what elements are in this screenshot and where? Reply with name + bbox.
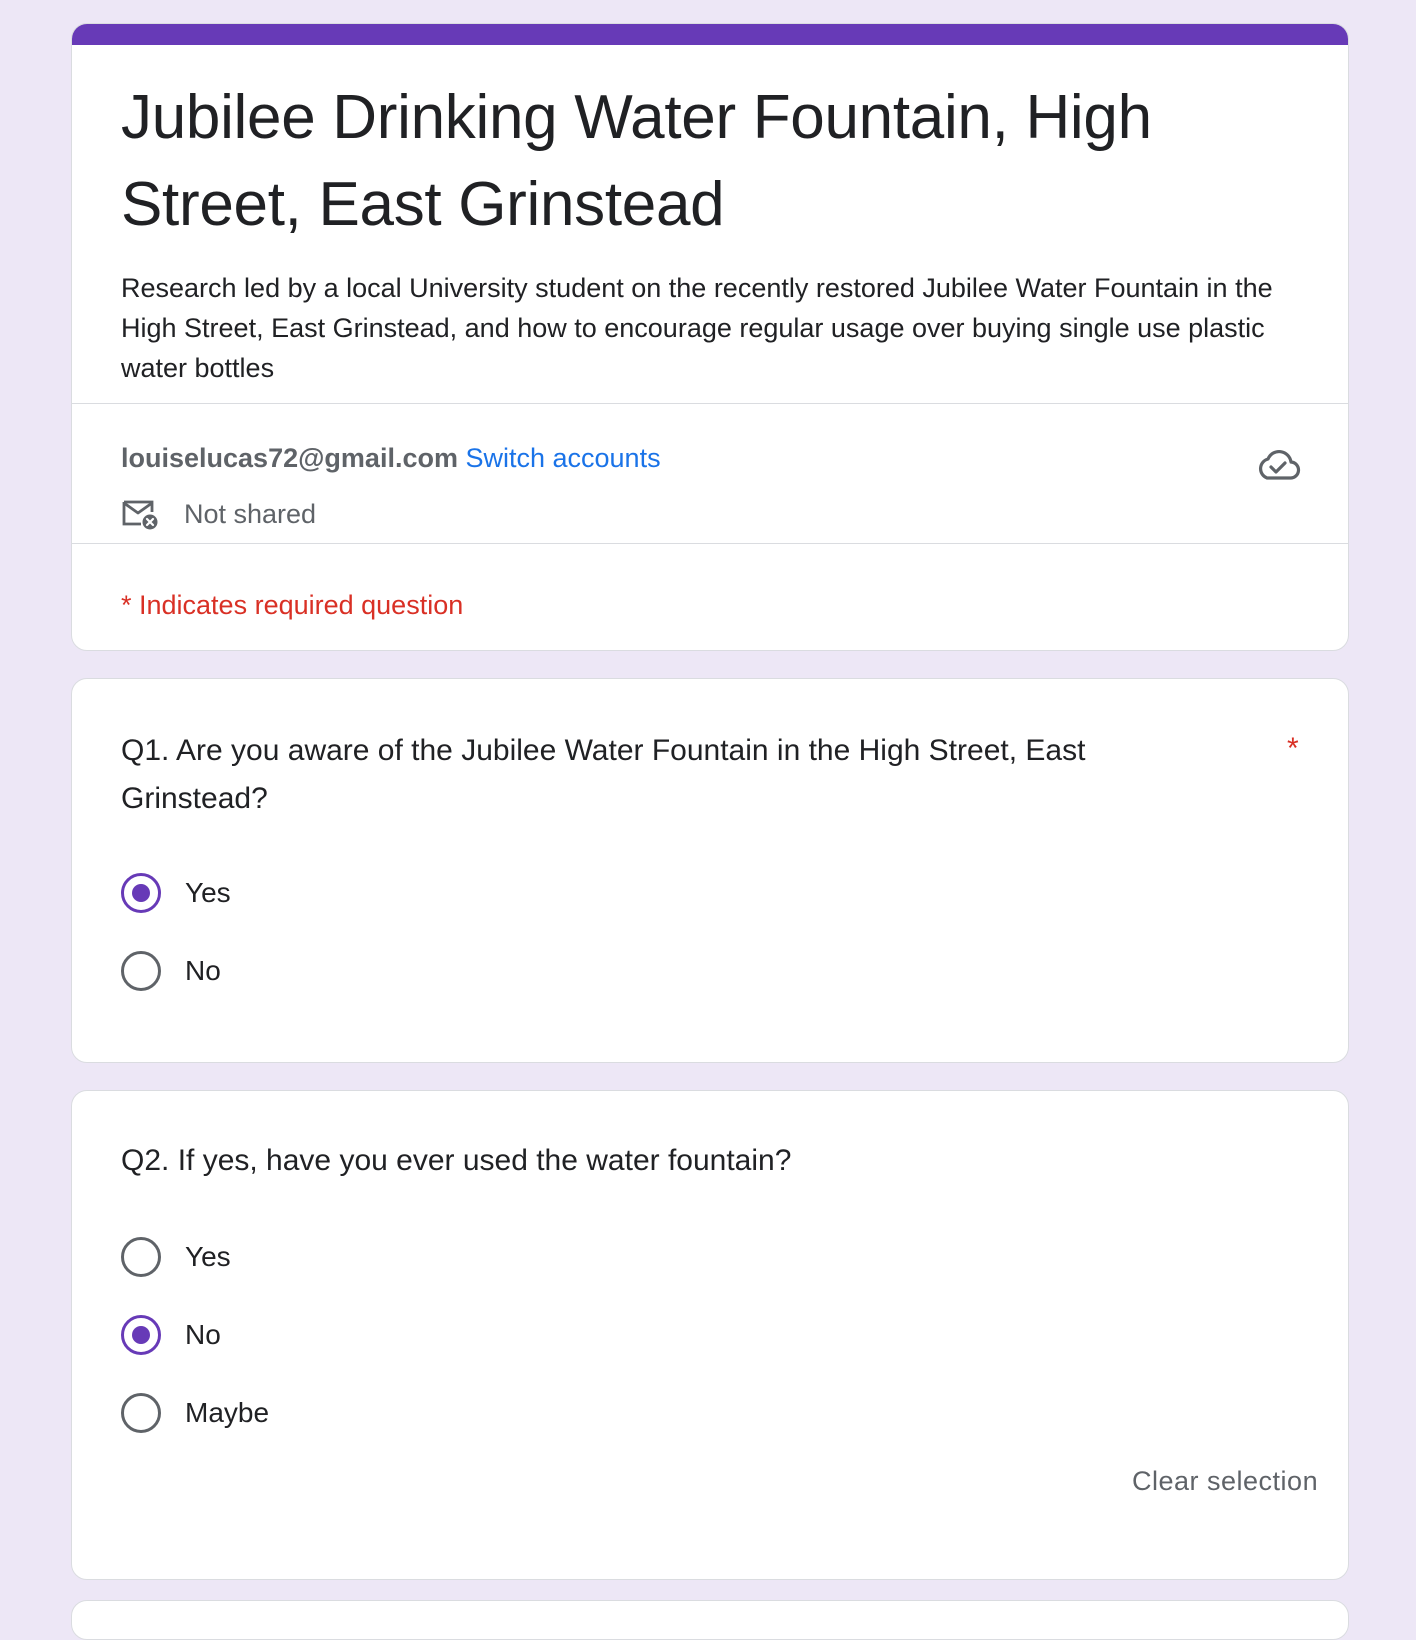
mail-not-shared-icon [122, 500, 158, 530]
accent-bar [72, 24, 1348, 45]
question-card-q1: Q1. Are you aware of the Jubilee Water F… [71, 678, 1349, 1063]
question-card-q2: Q2. If yes, have you ever used the water… [71, 1090, 1349, 1580]
switch-accounts-link[interactable]: Switch accounts [465, 443, 660, 473]
next-question-card-edge [71, 1600, 1349, 1640]
option-label: No [185, 955, 221, 986]
account-email: louiselucas72@gmail.com [121, 443, 458, 473]
option-label: No [185, 1319, 221, 1350]
required-asterisk: * [1287, 732, 1299, 765]
sharing-status-text: Not shared [184, 499, 317, 529]
radio-option-no[interactable]: No [121, 1315, 221, 1355]
account-row: louiselucas72@gmail.com Switch accounts [121, 440, 661, 476]
option-label: Yes [185, 1241, 231, 1272]
radio-button[interactable] [121, 1393, 161, 1433]
radio-button[interactable] [121, 951, 161, 991]
option-label: Yes [185, 877, 231, 908]
form-header-card: Jubilee Drinking Water Fountain, High St… [71, 23, 1349, 651]
question-title: Q1. Are you aware of the Jubilee Water F… [121, 734, 1086, 815]
divider [72, 403, 1348, 404]
clear-selection-button[interactable]: Clear selection [1132, 1463, 1318, 1499]
radio-button-selected[interactable] [121, 1315, 161, 1355]
radio-button[interactable] [121, 1237, 161, 1277]
question-title: Q2. If yes, have you ever used the water… [121, 1144, 792, 1177]
radio-option-no[interactable]: No [121, 951, 221, 991]
divider [72, 543, 1348, 544]
option-label: Maybe [185, 1397, 270, 1428]
radio-option-yes[interactable]: Yes [121, 1237, 231, 1277]
required-question-note: * Indicates required question [121, 590, 464, 620]
radio-option-maybe[interactable]: Maybe [121, 1393, 269, 1433]
sharing-status-row: Not shared [121, 496, 316, 532]
radio-button-selected[interactable] [121, 873, 161, 913]
cloud-saved-icon[interactable] [1255, 446, 1301, 484]
form-title: Jubilee Drinking Water Fountain, High St… [121, 83, 1152, 239]
radio-option-yes[interactable]: Yes [121, 873, 231, 913]
form-description: Research led by a local University stude… [121, 273, 1273, 383]
